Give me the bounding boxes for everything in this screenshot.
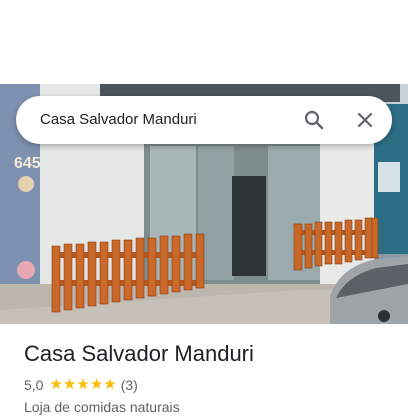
- place-category: Loja de comidas naturais: [24, 399, 180, 415]
- search-icon[interactable]: [302, 108, 326, 132]
- star-icon: ★: [76, 376, 90, 393]
- search-input[interactable]: Casa Salvador Manduri: [40, 110, 197, 130]
- star-icon: ★: [62, 376, 77, 393]
- star-icon: ★: [103, 376, 117, 393]
- star-icon: ★: [49, 376, 63, 393]
- rating-row[interactable]: 5,0 ★ ★ ★ ★ ★ (3): [24, 376, 138, 394]
- review-count[interactable]: (3): [121, 377, 138, 393]
- close-icon[interactable]: [353, 108, 377, 132]
- place-name: Casa Salvador Manduri: [24, 341, 254, 366]
- street-number: 645: [14, 155, 41, 172]
- rating-value: 5,0: [24, 377, 44, 393]
- rating-stars: ★ ★ ★ ★ ★: [49, 377, 116, 393]
- search-bar[interactable]: Casa Salvador Manduri: [16, 96, 392, 144]
- star-icon: ★: [89, 376, 104, 393]
